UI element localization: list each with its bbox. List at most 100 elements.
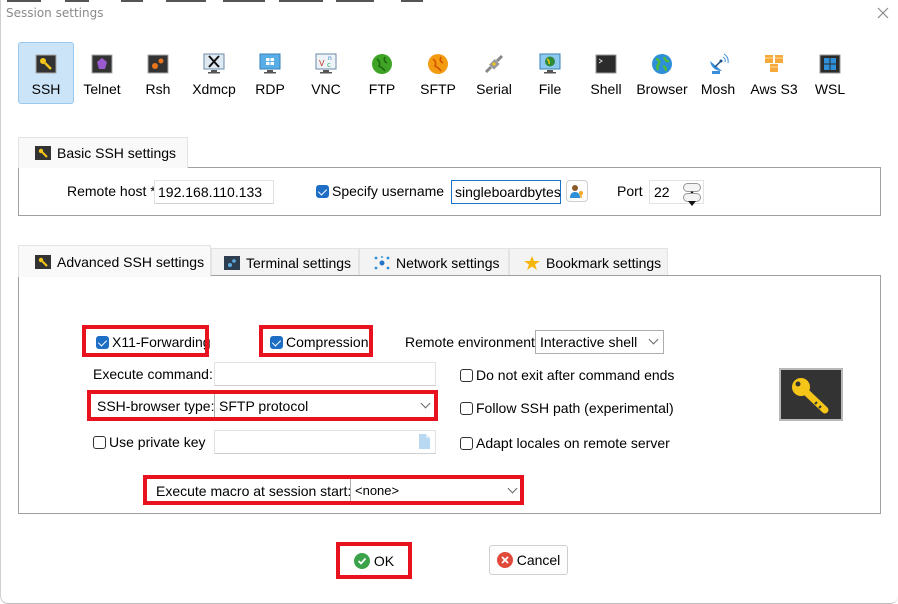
- session-type-label: VNC: [311, 81, 341, 97]
- session-type-label: File: [538, 81, 562, 97]
- xdmcp-x-monitor-icon: [203, 53, 225, 74]
- session-type-label: Aws S3: [750, 81, 798, 97]
- background-menu-strip: [1, 0, 898, 3]
- arrow-down-icon: [688, 201, 696, 206]
- tab-label: Advanced SSH settings: [57, 253, 205, 270]
- session-type-label: Telnet: [83, 81, 121, 97]
- session-type-rdp[interactable]: RDP: [242, 42, 298, 104]
- execute-command-label: Execute command:: [93, 366, 213, 382]
- session-settings-dialog: Session settings SSH Telnet Rsh Xdmcp RD…: [0, 0, 898, 604]
- session-type-sftp[interactable]: SFTP: [410, 42, 466, 104]
- do-not-exit-checkbox[interactable]: Do not exit after command ends: [460, 367, 674, 383]
- ssh-browser-type-select[interactable]: SFTP protocol: [214, 393, 436, 418]
- svg-text:c: c: [327, 61, 331, 69]
- check-circle-icon: [353, 552, 370, 569]
- chevron-down-icon: [420, 398, 431, 408]
- tab-basic-ssh-settings[interactable]: Basic SSH settings: [18, 137, 188, 168]
- port-label: Port: [617, 183, 643, 199]
- key-icon: [35, 146, 51, 160]
- remote-environment-value: Interactive shell: [540, 334, 638, 350]
- session-type-ftp[interactable]: FTP: [354, 42, 410, 104]
- tab-bookmark-settings[interactable]: Bookmark settings: [509, 248, 668, 276]
- tab-label: Terminal settings: [246, 254, 352, 271]
- vnc-monitor-icon: Vcn: [315, 53, 337, 74]
- use-private-key-checkbox[interactable]: Use private key: [93, 434, 205, 450]
- session-type-ssh[interactable]: SSH: [18, 42, 74, 104]
- file-globe-monitor-icon: [539, 53, 561, 74]
- do-not-exit-label: Do not exit after command ends: [476, 367, 675, 383]
- session-type-label: RDP: [255, 81, 285, 97]
- port-value: 22: [654, 184, 670, 200]
- telnet-gem-icon: [91, 54, 113, 74]
- checkbox-unchecked-icon: [93, 435, 106, 449]
- ok-button[interactable]: OK: [343, 547, 405, 574]
- session-type-bar: SSH Telnet Rsh Xdmcp RDP Vcn VNC FTP SFT: [18, 42, 858, 104]
- execute-command-input[interactable]: [214, 362, 436, 386]
- adapt-locales-label: Adapt locales on remote server: [476, 435, 670, 451]
- session-type-label: Browser: [636, 81, 688, 97]
- checkbox-unchecked-icon: [460, 436, 473, 450]
- port-increment-button[interactable]: [683, 183, 701, 196]
- session-type-wsl[interactable]: WSL: [802, 42, 858, 104]
- username-value: singleboardbytes: [455, 184, 561, 200]
- port-spinner[interactable]: 22: [649, 180, 704, 206]
- checkbox-checked-icon: [316, 184, 329, 198]
- session-type-vnc[interactable]: Vcn VNC: [298, 42, 354, 104]
- chevron-down-icon: [648, 334, 659, 345]
- session-type-label: Serial: [476, 81, 512, 97]
- session-type-serial[interactable]: Serial: [466, 42, 522, 104]
- username-input[interactable]: singleboardbytes: [451, 180, 561, 204]
- dialog-title: Session settings: [6, 6, 104, 20]
- use-private-key-label: Use private key: [109, 434, 206, 450]
- tab-label: Basic SSH settings: [57, 145, 177, 161]
- ssh-key-large-icon: [779, 368, 843, 421]
- tab-advanced-ssh-settings[interactable]: Advanced SSH settings: [18, 245, 211, 277]
- user-manager-button[interactable]: [566, 180, 588, 202]
- remote-host-input[interactable]: 192.168.110.133: [154, 180, 274, 204]
- execute-macro-select[interactable]: <none>: [350, 479, 522, 502]
- follow-ssh-path-checkbox[interactable]: Follow SSH path (experimental): [460, 400, 674, 416]
- compression-checkbox[interactable]: Compression: [270, 334, 368, 350]
- session-type-rsh[interactable]: Rsh: [130, 42, 186, 104]
- sftp-orange-globe-icon: [428, 54, 448, 74]
- execute-macro-label: Execute macro at session start:: [156, 483, 352, 499]
- remote-host-value: 192.168.110.133: [158, 184, 263, 200]
- session-type-file[interactable]: File: [522, 42, 578, 104]
- key-icon: [35, 254, 51, 269]
- follow-ssh-path-label: Follow SSH path (experimental): [476, 400, 674, 416]
- session-type-aws-s3[interactable]: Aws S3: [746, 42, 802, 104]
- tab-network-settings[interactable]: Network settings: [359, 248, 509, 276]
- specify-username-checkbox[interactable]: Specify username: [316, 183, 444, 199]
- private-key-input[interactable]: [214, 430, 436, 454]
- x11-forwarding-checkbox[interactable]: X11-Forwarding: [96, 334, 211, 350]
- session-type-mosh[interactable]: Mosh: [690, 42, 746, 104]
- session-type-telnet[interactable]: Telnet: [74, 42, 130, 104]
- tab-label: Network settings: [396, 254, 500, 271]
- user-key-icon: [570, 185, 583, 198]
- session-type-xdmcp[interactable]: Xdmcp: [186, 42, 242, 104]
- terminal-gears-icon: [224, 255, 240, 270]
- browser-globe-icon: [652, 54, 672, 74]
- x11-forwarding-label: X11-Forwarding: [112, 334, 211, 350]
- execute-macro-value: <none>: [355, 483, 400, 498]
- session-type-shell[interactable]: Shell: [578, 42, 634, 104]
- svg-text:n: n: [328, 55, 332, 62]
- serial-plug-icon: [484, 54, 504, 74]
- star-icon: [524, 255, 540, 270]
- checkbox-checked-icon: [270, 335, 283, 349]
- cancel-button[interactable]: Cancel: [489, 545, 568, 575]
- adapt-locales-checkbox[interactable]: Adapt locales on remote server: [460, 435, 670, 451]
- remote-environment-select[interactable]: Interactive shell: [535, 330, 664, 354]
- checkbox-unchecked-icon: [460, 368, 473, 382]
- close-icon[interactable]: [875, 5, 891, 21]
- session-type-browser[interactable]: Browser: [634, 42, 690, 104]
- port-decrement-button[interactable]: [683, 193, 701, 206]
- checkbox-checked-icon: [96, 335, 109, 349]
- cancel-x-circle-icon: [496, 552, 513, 568]
- file-browse-icon[interactable]: [419, 434, 430, 449]
- network-nodes-icon: [374, 255, 390, 269]
- ftp-green-globe-icon: [372, 54, 392, 74]
- ssh-browser-type-label: SSH-browser type:: [97, 398, 215, 414]
- tab-label: Bookmark settings: [546, 254, 662, 271]
- tab-terminal-settings[interactable]: Terminal settings: [211, 248, 359, 276]
